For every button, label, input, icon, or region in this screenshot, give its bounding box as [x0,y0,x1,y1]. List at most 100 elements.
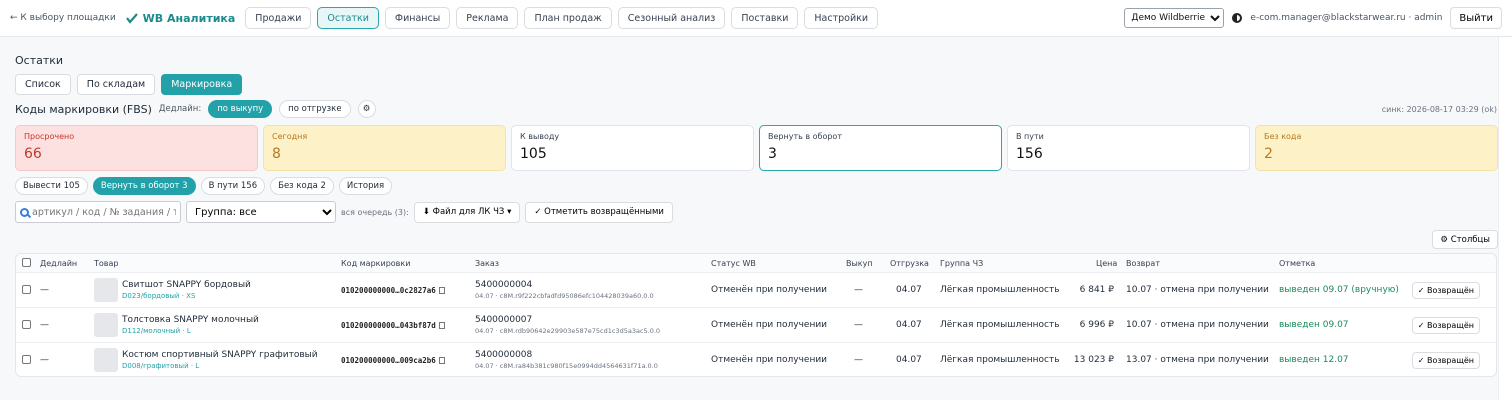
price-value: 6 996 ₽ [1079,320,1114,330]
deadline-buyout-toggle[interactable]: по выкупу [208,100,273,118]
product-name[interactable]: Свитшот SNAPPY бордовый [122,280,251,290]
header-group[interactable]: Группа ЧЗ [940,259,983,268]
tab-3[interactable]: Реклама [456,7,519,29]
product-name[interactable]: Толстовка SNAPPY молочный [122,315,259,325]
code-cell: 010200000000…043bf87d [341,321,445,331]
page-title: Остатки [15,54,64,67]
price-value: 13 023 ₽ [1073,355,1114,365]
copy-icon[interactable] [438,322,445,329]
summary-card-0[interactable]: Просрочено 66 [15,125,258,171]
code-cell: 010200000000…0c2827a6 [341,286,445,296]
copy-icon[interactable] [438,357,445,364]
section-title: Коды маркировки (FBS) [15,102,152,116]
search-box[interactable] [15,201,181,223]
summary-card-value: 66 [24,146,42,162]
product-cell[interactable]: Костюм спортивный SNAPPY графитовый D008/… [122,350,318,370]
marking-code: 010200000000…043bf87d [341,321,436,330]
product-sku[interactable]: D023/бордовый · XS [122,292,251,300]
header-price[interactable]: Цена [1096,259,1117,268]
return-info: 10.07 · отмена при получении [1126,285,1269,295]
page-scrollbar[interactable] [1498,37,1512,400]
tab-7[interactable]: Настройки [804,7,879,29]
summary-card-5[interactable]: Без кода 2 [1255,125,1498,171]
wb-status: Отменён при получении [711,320,828,330]
order-details: 04.07 · c8M.r9f222cbfadfd95086efc1044280… [475,292,654,300]
summary-card-label: Просрочено [24,132,75,141]
status-chips: Вывести 105 Вернуть в оборот 3В пути 156 Б… [15,177,393,195]
wb-status: Отменён при получении [711,285,828,295]
header-code[interactable]: Код маркировки [341,259,410,268]
product-cell[interactable]: Толстовка SNAPPY молочный D112/молочный ·… [122,315,259,335]
product-sku[interactable]: D112/молочный · L [122,327,259,335]
view-tab-2[interactable]: Маркировка [161,74,243,95]
marketplace-select[interactable]: Демо Wildberries [1124,8,1225,28]
row-checkbox[interactable] [22,355,31,364]
filter-chip-1[interactable]: Вернуть в оборот 3 [92,177,196,195]
back-to-marketplace-link[interactable]: ← К выбору площадки [10,13,116,23]
brand-title: WB Аналитика [142,11,236,25]
returned-button[interactable]: ✓ Возвращён [1411,317,1480,334]
buyout-value: — [854,320,863,330]
header-buyout[interactable]: Выкуп [846,259,873,268]
wb-status: Отменён при получении [711,355,828,365]
marking-table: Дедлайн Товар Код маркировки Заказ Стату… [15,253,1497,377]
select-all-checkbox[interactable] [22,258,31,267]
tab-1[interactable]: Остатки [317,7,379,29]
deadline-label: Дедлайн: [158,104,202,114]
product-sku[interactable]: D008/графитовый · L [122,362,318,370]
header-return[interactable]: Возврат [1126,259,1160,268]
theme-toggle-icon[interactable] [1232,13,1243,23]
header-shipment[interactable]: Отгрузка [890,259,929,268]
row-checkbox[interactable] [22,320,31,329]
summary-card-4[interactable]: В пути 156 [1007,125,1250,171]
view-tabs: Список По складам Маркировка [15,74,243,95]
tab-0[interactable]: Продажи [245,7,312,29]
filter-chip-0[interactable]: Вывести 105 [15,177,88,195]
top-navigation-bar: ← К выбору площадки WB Аналитика Продажи… [0,0,1512,37]
filter-chip-3[interactable]: Без кода 2 [270,177,334,195]
summary-card-label: Сегодня [272,132,308,141]
header-status[interactable]: Статус WB [711,259,756,268]
row-deadline: — [40,285,49,295]
brand-check-icon [125,13,138,24]
group-select[interactable]: Группа: все [186,201,336,223]
copy-icon[interactable] [438,287,445,294]
tab-5[interactable]: Сезонный анализ [617,7,726,29]
view-tab-1[interactable]: По складам [76,74,156,95]
product-thumbnail [94,278,118,302]
tab-4[interactable]: План продаж [524,7,612,29]
order-cell: 5400000007 04.07 · c8M.rdb90642e29903e587… [475,315,660,335]
file-for-lk-button[interactable]: ⬇ Файл для ЛК ЧЗ ▾ [413,201,521,223]
product-thumbnail [94,313,118,337]
filter-chip-2[interactable]: В пути 156 [200,177,266,195]
view-tab-0[interactable]: Список [15,74,71,95]
returned-button[interactable]: ✓ Возвращён [1411,282,1480,299]
filter-chip-4[interactable]: История [338,177,393,195]
buyout-value: — [854,355,863,365]
logout-button[interactable]: Выйти [1450,7,1502,29]
summary-card-3[interactable]: Вернуть в оборот 3 [759,125,1002,171]
header-product[interactable]: Товар [94,259,118,268]
deadline-shipment-toggle[interactable]: по отгрузке [279,100,351,118]
columns-button[interactable]: ⚙ Столбцы [1432,230,1498,249]
search-input[interactable] [32,206,176,218]
returned-button[interactable]: ✓ Возвращён [1411,352,1480,369]
price-value: 6 841 ₽ [1079,285,1114,295]
summary-card-1[interactable]: Сегодня 8 [263,125,506,171]
product-cell[interactable]: Свитшот SNAPPY бордовый D023/бордовый · X… [122,280,251,300]
tab-2[interactable]: Финансы [384,7,451,29]
deadline-settings-icon[interactable]: ⚙ [357,100,376,118]
sync-status: синк: 2026-08-17 03:29 (ok) [1381,104,1497,114]
row-checkbox[interactable] [22,285,31,294]
product-name[interactable]: Костюм спортивный SNAPPY графитовый [122,350,318,360]
header-mark[interactable]: Отметка [1279,259,1315,268]
mark-returned-button[interactable]: ✓ Отметить возвращёнными [525,201,673,223]
tab-6[interactable]: Поставки [731,7,799,29]
cz-group: Лёгкая промышленность [940,285,1060,295]
header-order[interactable]: Заказ [475,259,499,268]
header-deadline[interactable]: Дедлайн [40,259,77,268]
summary-card-2[interactable]: К выводу 105 [511,125,754,171]
mark-status: выведен 09.07 [1279,320,1349,330]
row-deadline: — [40,320,49,330]
shipment-date: 04.07 [896,320,922,330]
